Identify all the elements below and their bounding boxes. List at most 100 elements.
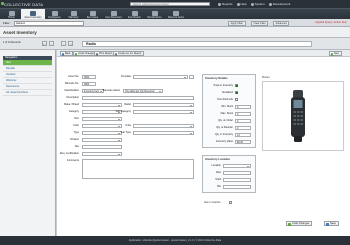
action-bar: Back Undo Changes Print Report Create An… bbox=[57, 50, 350, 57]
description-input[interactable] bbox=[82, 95, 194, 100]
item-inactive-label: Item is Inactive bbox=[204, 201, 221, 204]
title-bar: Asset Inventory bbox=[0, 27, 350, 38]
req-certification-select[interactable] bbox=[82, 151, 122, 156]
undo-changes-bottom-button[interactable]: Undo Changes bbox=[286, 221, 313, 226]
top-link-development[interactable]: Development bbox=[268, 2, 291, 6]
units-label: Units bbox=[125, 124, 131, 127]
units-select[interactable] bbox=[133, 123, 194, 128]
bin-input[interactable] bbox=[223, 184, 251, 189]
min-stock-input[interactable]: 0 bbox=[235, 104, 251, 109]
division-label: Division bbox=[70, 138, 79, 141]
barcode-labels-label: Barcode Labels bbox=[102, 89, 120, 92]
button-label: Print Report bbox=[99, 52, 113, 56]
back-button[interactable]: Back bbox=[60, 51, 74, 56]
item-inactive-checkbox[interactable] bbox=[229, 201, 232, 204]
max-stock-input[interactable]: 0 bbox=[235, 111, 251, 116]
top-link-system[interactable]: System bbox=[250, 2, 265, 6]
create-inv-report-button[interactable]: Create An Inv Report bbox=[113, 51, 144, 56]
comments-textarea[interactable] bbox=[82, 158, 194, 179]
applied-query-text: Applied Query: Active Item bbox=[315, 20, 347, 24]
new-button[interactable]: New bbox=[329, 51, 342, 56]
subcategory-select[interactable] bbox=[133, 109, 194, 114]
subtype-select[interactable] bbox=[133, 130, 194, 135]
template-lookup-button[interactable]: … bbox=[189, 74, 194, 79]
first-record-button[interactable]: |< bbox=[42, 41, 47, 46]
make-label: Make / Brand bbox=[64, 103, 79, 106]
track-inventory-checkbox[interactable] bbox=[235, 84, 238, 87]
global-search-input[interactable]: Search collectivequartermaster bbox=[130, 1, 210, 7]
undo-icon bbox=[288, 223, 291, 226]
barcode-labels-select[interactable]: One label per Qty Received bbox=[123, 88, 163, 93]
model-label: Model bbox=[124, 103, 131, 106]
serialized-checkbox[interactable] bbox=[235, 91, 238, 94]
item-picture[interactable] bbox=[262, 81, 344, 151]
clear-filter-button[interactable]: Clear Filter bbox=[251, 20, 269, 26]
top-link-help[interactable]: Help bbox=[236, 2, 247, 6]
shelf-life-checkbox[interactable] bbox=[235, 98, 238, 101]
location-select[interactable] bbox=[223, 163, 251, 168]
top-link-label: Reports bbox=[222, 2, 233, 6]
filter-bar: Filter Hansen Apply Filter Clear Filter … bbox=[0, 19, 350, 27]
picture-label: Picture bbox=[262, 76, 270, 79]
sku-label: Sku bbox=[74, 145, 79, 148]
division-select[interactable] bbox=[82, 137, 122, 142]
shelf-label: Shelf bbox=[215, 178, 221, 181]
sku-input[interactable] bbox=[82, 144, 122, 149]
app-logo[interactable]: COLLECTIVE DATA bbox=[4, 2, 43, 7]
qty-to-reorder-input[interactable]: 0 bbox=[235, 125, 251, 130]
inventory-value-label: Inventory Value bbox=[215, 140, 233, 143]
print-icon bbox=[95, 53, 99, 56]
filter-input[interactable]: Hansen bbox=[14, 20, 84, 26]
save-button[interactable]: Save bbox=[324, 221, 339, 226]
button-label: Save bbox=[330, 222, 336, 225]
asset-no-input[interactable]: 0002 bbox=[82, 74, 96, 79]
barcode-input[interactable]: 0002 bbox=[82, 81, 96, 86]
classification-label: Classification bbox=[64, 89, 79, 92]
footer: Application: collectiveQuartermaster - q… bbox=[0, 236, 350, 245]
type-label: Type bbox=[73, 131, 79, 134]
model-select[interactable] bbox=[133, 102, 194, 107]
comments-label: Comments bbox=[66, 159, 79, 162]
shield-icon bbox=[70, 10, 77, 16]
item-name-field[interactable]: Radio bbox=[82, 41, 312, 47]
qty-in-inventory-input[interactable]: 14 bbox=[235, 132, 251, 137]
nav-item-alt-asset-numbers[interactable]: Alt. Asset Numbers bbox=[3, 90, 52, 96]
left-navigation: Navigation Item Rentals Vendors Warranty… bbox=[0, 50, 56, 236]
size-select[interactable] bbox=[82, 116, 122, 121]
asset-no-label: Asset No. bbox=[68, 75, 79, 78]
print-report-button[interactable]: Print Report bbox=[94, 51, 115, 56]
button-label: New bbox=[334, 52, 340, 56]
shelf-life-label: Has Shelf Life bbox=[217, 98, 233, 101]
apply-filter-button[interactable]: Apply Filter bbox=[228, 20, 246, 26]
qty-on-order-input[interactable]: 0 bbox=[235, 118, 251, 123]
back-arrow-icon bbox=[61, 53, 65, 56]
user-icon bbox=[268, 2, 272, 6]
tag-icon bbox=[89, 10, 96, 16]
shelf-input[interactable] bbox=[223, 177, 251, 182]
barcode-label: Barcode No. bbox=[65, 82, 79, 85]
category-label: Category bbox=[68, 110, 79, 113]
advanced-filter-button[interactable]: Advanced bbox=[273, 20, 290, 26]
record-nav-row: 1 of 14 Records |< < > >| Radio bbox=[0, 38, 350, 50]
record-count: 1 of 14 Records bbox=[3, 41, 21, 44]
description-label: Description bbox=[66, 96, 79, 99]
people-icon bbox=[51, 10, 58, 16]
location-label: Location bbox=[211, 164, 221, 167]
help-icon bbox=[236, 2, 240, 6]
filter-label: Filter bbox=[3, 21, 10, 25]
max-stock-label: Max. Stock bbox=[220, 112, 233, 115]
template-select[interactable] bbox=[133, 74, 188, 79]
color-label: Color bbox=[73, 124, 79, 127]
top-link-label: Help bbox=[240, 2, 247, 6]
previous-record-button[interactable]: < bbox=[49, 41, 54, 46]
row-input[interactable] bbox=[223, 170, 251, 175]
next-record-button[interactable]: > bbox=[61, 41, 66, 46]
inventory-value-input[interactable]: $0.00 bbox=[235, 139, 251, 144]
inventory-details-title: Inventory Details bbox=[205, 76, 228, 80]
last-record-button[interactable]: >| bbox=[68, 41, 73, 46]
top-link-reports[interactable]: Reports bbox=[218, 2, 233, 6]
qty-to-reorder-label: Qty. to Reorder bbox=[216, 126, 233, 129]
top-link-label: System bbox=[254, 2, 265, 6]
top-link-label: Development bbox=[272, 2, 291, 6]
subtype-label: Sub Type bbox=[120, 131, 131, 134]
